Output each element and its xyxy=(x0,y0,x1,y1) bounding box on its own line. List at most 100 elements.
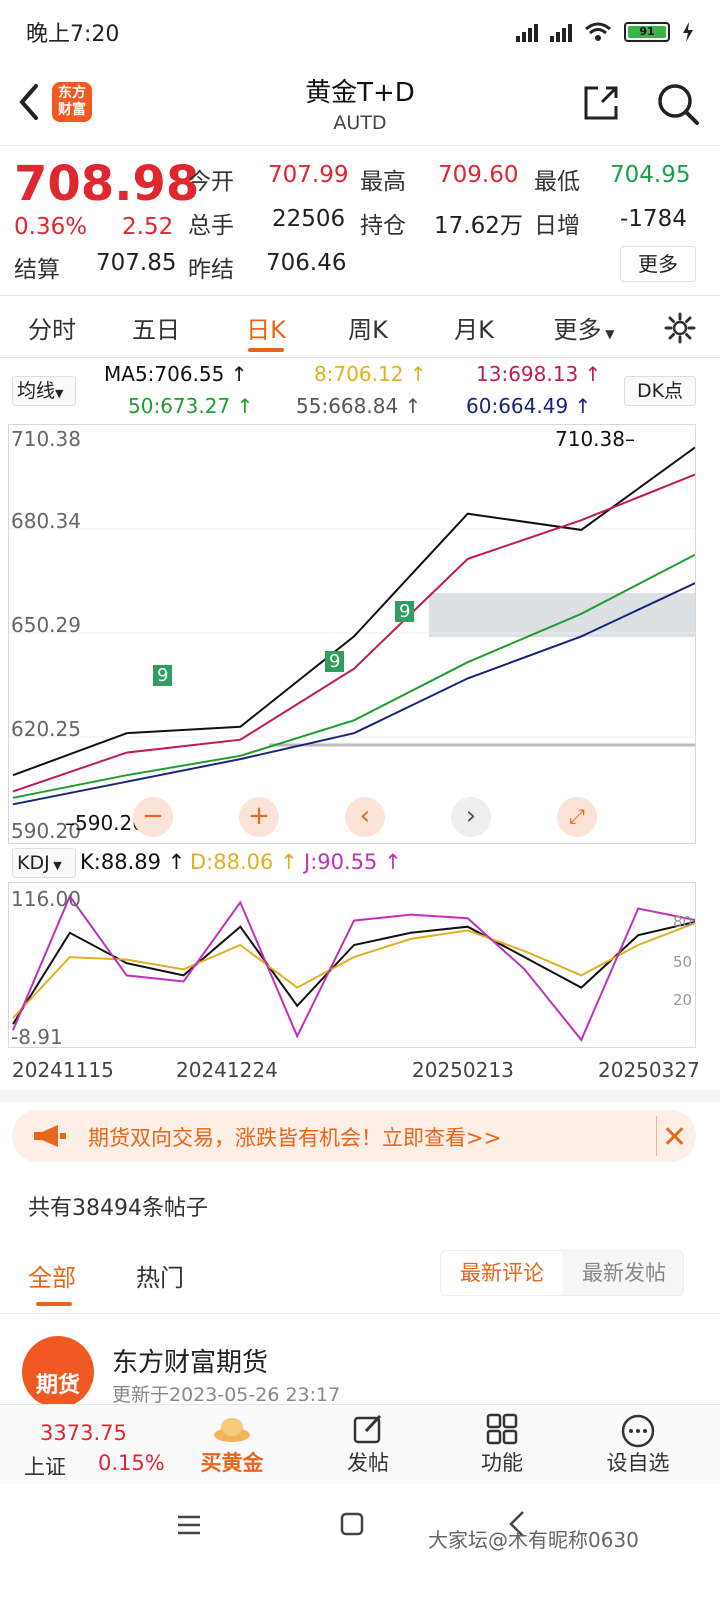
signal-icon xyxy=(516,22,538,42)
ma-legend: 均线▼ MA5:706.55 ↑ 8:706.12 ↑ 13:698.13 ↑ … xyxy=(0,360,720,422)
date-axis: 20241115 20241224 20250213 20250327 xyxy=(0,1058,720,1088)
tab-intraday[interactable]: 分时 xyxy=(2,310,102,345)
gear-icon[interactable] xyxy=(664,312,696,344)
x-tick-label: 20250327 xyxy=(598,1058,700,1082)
avatar[interactable]: 期货 xyxy=(22,1336,94,1406)
ma55-value: 55:668.84 ↑ xyxy=(296,394,422,418)
ma13-value: 13:698.13 ↑ xyxy=(476,362,602,386)
function-button[interactable]: 功能 xyxy=(442,1405,562,1485)
high-label: 最高 xyxy=(360,169,406,195)
list-item[interactable]: 期货 东方财富期货 更新于2023-05-26 23:17 xyxy=(0,1316,720,1406)
daily-inc-value: -1784 xyxy=(620,206,687,232)
zoom-out-button[interactable]: − xyxy=(133,797,173,837)
y-tick-label: 680.34 xyxy=(11,509,81,533)
high-annotation-value: 710.38 xyxy=(555,427,625,451)
chevron-down-icon: ▼ xyxy=(49,859,62,872)
tab-monthly-k[interactable]: 月K xyxy=(424,310,524,345)
tab-more[interactable]: 更多 ▼ xyxy=(534,310,634,345)
signal-tag: 9 xyxy=(325,651,345,672)
sort-latest-post-button[interactable]: 最新发帖 xyxy=(563,1251,685,1295)
edit-icon xyxy=(353,1414,382,1444)
series-line-j xyxy=(12,894,695,1042)
volume-label: 总手 xyxy=(188,213,234,239)
dk-point-button[interactable]: DK点 xyxy=(624,376,696,406)
low-label: 最低 xyxy=(534,169,580,195)
last-price: 708.98 xyxy=(14,156,200,212)
bottom-nav: 3373.75 上证 0.15% 买黄金 发帖 功能 设自选 xyxy=(0,1404,720,1484)
buy-gold-button[interactable]: 买黄金 xyxy=(172,1405,292,1485)
scroll-right-button[interactable]: › xyxy=(451,797,491,837)
ma5-value: MA5:706.55 ↑ xyxy=(104,362,248,386)
kline-chart[interactable]: 710.38 680.34 650.29 620.25 590.20 710.3… xyxy=(8,424,696,844)
sort-latest-comment-button[interactable]: 最新评论 xyxy=(441,1251,563,1295)
change-percent: 0.36% xyxy=(14,214,88,240)
tab-daily-k[interactable]: 日K xyxy=(216,310,316,345)
divider xyxy=(0,1090,720,1102)
indicator-select-label: 均线 xyxy=(17,380,56,402)
series-line-k xyxy=(12,921,695,1025)
kdj-y-tick: 20 xyxy=(673,991,693,1009)
tab-all-posts[interactable]: 全部 xyxy=(28,1258,76,1293)
change-amount: 2.52 xyxy=(122,214,174,240)
series-line-ma50 xyxy=(12,553,695,799)
settle-value: 707.85 xyxy=(96,250,177,276)
prev-settle-label: 昨结 xyxy=(188,257,234,283)
low-value: 704.95 xyxy=(610,162,691,188)
more-dots-icon xyxy=(621,1414,655,1448)
zoom-in-button[interactable]: + xyxy=(239,797,279,837)
index-quote[interactable]: 3373.75 上证 0.15% xyxy=(20,1405,170,1485)
tab-hot-posts[interactable]: 热门 xyxy=(136,1258,184,1293)
post-count: 共有38494条帖子 xyxy=(28,1196,208,1221)
oi-label: 持仓 xyxy=(360,213,406,239)
signal-tag: 9 xyxy=(395,601,415,622)
status-time: 晚上7:20 xyxy=(26,22,120,47)
x-tick-label: 20241115 xyxy=(12,1058,114,1082)
add-watchlist-button[interactable]: 设自选 xyxy=(578,1405,698,1485)
chevron-down-icon: ▼ xyxy=(55,387,64,400)
resistance-zone xyxy=(429,593,695,637)
close-icon[interactable] xyxy=(656,1116,692,1156)
tab-five-day[interactable]: 五日 xyxy=(106,310,206,345)
fullscreen-icon[interactable]: ⤢ xyxy=(557,797,597,837)
daily-inc-label: 日增 xyxy=(534,213,580,239)
high-value: 709.60 xyxy=(438,162,519,188)
high-annotation: 710.38– xyxy=(555,427,635,451)
quote-panel: 708.98 0.36% 2.52 今开 707.99 最高 709.60 最低… xyxy=(0,148,720,296)
scroll-left-button[interactable]: ‹ xyxy=(345,797,385,837)
post-button[interactable]: 发帖 xyxy=(308,1405,428,1485)
signal-icon-2 xyxy=(550,22,572,42)
kdj-y-tick: -8.91 xyxy=(11,1025,63,1049)
search-icon[interactable] xyxy=(656,82,700,126)
post-author[interactable]: 东方财富期货 xyxy=(112,1342,268,1379)
kline-svg xyxy=(9,446,695,806)
system-nav-bar: 大家坛@木有昵称0630 xyxy=(0,1486,720,1600)
post-tab-indicator xyxy=(36,1302,72,1306)
x-tick-label: 20241224 xyxy=(176,1058,278,1082)
charging-icon xyxy=(683,22,693,42)
post-tabs: 全部 热门 最新评论 最新发帖 xyxy=(0,1246,720,1314)
megaphone-icon xyxy=(34,1125,66,1147)
more-quote-button[interactable]: 更多 xyxy=(620,246,696,282)
home-icon[interactable] xyxy=(340,1512,364,1536)
share-icon[interactable] xyxy=(582,84,620,122)
post-label: 发帖 xyxy=(347,1451,389,1475)
wifi-icon xyxy=(585,22,611,41)
kdj-chart[interactable]: 116.00 80 50 20 -8.91 xyxy=(8,882,696,1049)
index-change: 0.15% xyxy=(98,1451,165,1475)
indicator-select[interactable]: 均线▼ xyxy=(12,376,76,406)
kdj-select-label: KDJ xyxy=(17,852,50,874)
promo-banner[interactable]: 期货双向交易，涨跌皆有机会！立即查看>> xyxy=(12,1110,696,1162)
tab-weekly-k[interactable]: 周K xyxy=(318,310,418,345)
battery-icon: 91 xyxy=(624,22,670,42)
sort-toggle: 最新评论 最新发帖 xyxy=(440,1250,684,1296)
ma60-value: 60:664.49 ↑ xyxy=(466,394,592,418)
settle-label: 结算 xyxy=(14,257,60,283)
kdj-select[interactable]: KDJ ▼ xyxy=(12,848,76,878)
x-tick-label: 20250213 xyxy=(412,1058,514,1082)
j-value: J:90.55 ↑ xyxy=(304,850,402,874)
d-value: D:88.06 ↑ xyxy=(190,850,298,874)
index-value: 3373.75 xyxy=(40,1421,127,1445)
menu-icon[interactable] xyxy=(176,1514,202,1536)
post-date: 更新于2023-05-26 23:17 xyxy=(112,1384,341,1406)
open-value: 707.99 xyxy=(268,162,349,188)
